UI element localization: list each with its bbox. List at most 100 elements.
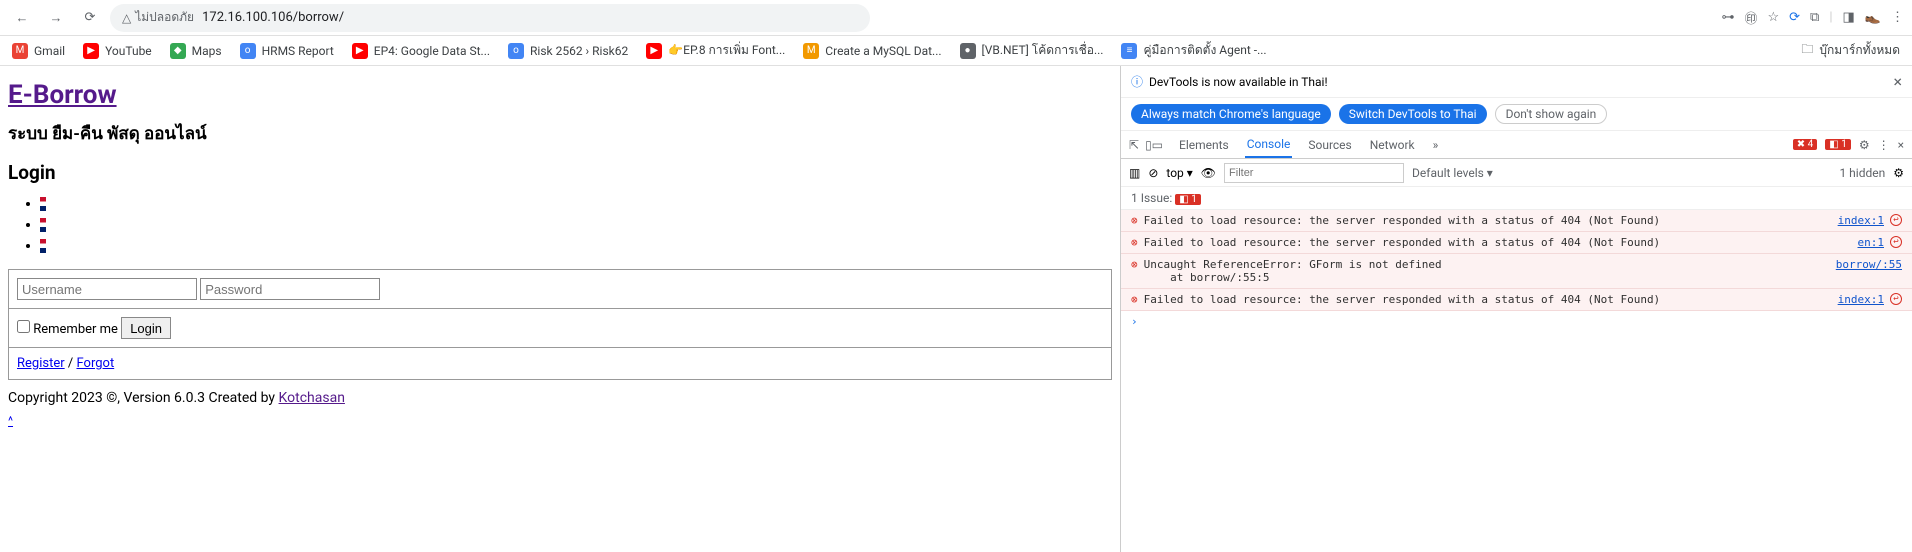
forgot-link[interactable]: Forgot (76, 356, 114, 371)
issue-row[interactable]: 1 Issue: ◧ 1 (1121, 187, 1912, 210)
error-icon: ⊗ (1131, 236, 1138, 249)
security-chip[interactable]: △ ไม่ปลอดภัย (122, 8, 194, 27)
remember-checkbox[interactable] (17, 320, 30, 333)
error-badge[interactable]: ✖ 4 (1793, 139, 1817, 150)
flag-icon (40, 197, 46, 211)
forward-button[interactable]: → (42, 4, 70, 32)
profile-icon[interactable]: 👞 (1865, 10, 1881, 25)
console-filter-bar: ▥ ⊘ top ▾ 👁 Default levels ▾ 1 hidden ⚙ (1121, 159, 1912, 187)
tagline: ระบบ ยืม-คืน พัสดุ ออนไลน์ (8, 120, 1112, 147)
tab-sources[interactable]: Sources (1306, 131, 1353, 158)
register-link[interactable]: Register (17, 356, 65, 371)
bookmark-agent[interactable]: ≡คู่มือการติดตั้ง Agent -... (1121, 41, 1266, 60)
login-form: Remember me Login Register / Forgot (8, 269, 1112, 380)
error-icon: ⊗ (1131, 214, 1138, 227)
panel-icon[interactable]: ◨ (1843, 10, 1855, 25)
password-input[interactable] (200, 278, 380, 300)
remember-label[interactable]: Remember me (17, 322, 118, 337)
security-text: ไม่ปลอดภัย (135, 8, 194, 27)
hidden-count[interactable]: 1 hidden (1839, 166, 1885, 180)
close-icon[interactable]: × (1893, 72, 1902, 91)
devtools-close-icon[interactable]: × (1898, 138, 1904, 152)
bookmark-risk[interactable]: oRisk 2562 › Risk62 (508, 43, 628, 59)
filter-input[interactable] (1224, 163, 1404, 183)
url-text: 172.16.100.106/borrow/ (202, 10, 344, 25)
console-message[interactable]: ⊗ Failed to load resource: the server re… (1121, 232, 1912, 254)
clear-console-icon[interactable]: ⊘ (1148, 166, 1158, 180)
toolbar-right: ⊶ ㊞ ☆ ⟳ ⧉ | ◨ 👞 ⋮ (1721, 8, 1904, 27)
bookmark-ep4[interactable]: ▶EP4: Google Data St... (352, 43, 490, 59)
tab-console[interactable]: Console (1245, 131, 1293, 158)
console-output: ⊗ Failed to load resource: the server re… (1121, 210, 1912, 552)
devtools-tabs: ⇱ ▯▭ Elements Console Sources Network » … (1121, 131, 1912, 159)
brand-link[interactable]: E-Borrow (8, 80, 117, 110)
browser-toolbar: ← → ⟳ △ ไม่ปลอดภัย 172.16.100.106/borrow… (0, 0, 1912, 36)
inspect-icon[interactable]: ⇱ (1129, 138, 1139, 152)
author-link[interactable]: Kotchasan (279, 390, 345, 406)
devtools-info-bar: ⓘ DevTools is now available in Thai! × (1121, 66, 1912, 98)
gear-icon[interactable]: ⚙ (1893, 166, 1904, 180)
kebab-icon[interactable]: ⋮ (1878, 138, 1890, 152)
pill-switch-thai[interactable]: Switch DevTools to Thai (1339, 104, 1487, 124)
info-icon: ⓘ (1131, 73, 1143, 90)
levels-select[interactable]: Default levels ▾ (1412, 166, 1493, 180)
all-bookmarks[interactable]: 🗀บุ๊กมาร์กทั้งหมด (1801, 40, 1900, 61)
warning-icon: △ (122, 11, 131, 25)
folder-icon: 🗀 (1801, 40, 1813, 61)
wrap-icon: ↩ (1890, 214, 1902, 226)
reload-button[interactable]: ⟳ (76, 4, 104, 32)
menu-icon[interactable]: ⋮ (1891, 10, 1904, 25)
console-message[interactable]: ⊗ Failed to load resource: the server re… (1121, 210, 1912, 232)
star-icon[interactable]: ☆ (1767, 10, 1779, 25)
wrap-icon: ↩ (1890, 236, 1902, 248)
login-heading: Login (8, 161, 1112, 184)
back-button[interactable]: ← (8, 4, 36, 32)
bookmark-youtube[interactable]: ▶YouTube (83, 43, 152, 59)
gear-icon[interactable]: ⚙ (1859, 138, 1870, 152)
address-bar[interactable]: △ ไม่ปลอดภัย 172.16.100.106/borrow/ (110, 4, 870, 32)
info-text: DevTools is now available in Thai! (1149, 75, 1328, 89)
source-link[interactable]: index:1 (1838, 214, 1884, 227)
bookmark-mysql[interactable]: MCreate a MySQL Dat... (803, 43, 941, 59)
lang-item[interactable] (40, 217, 1112, 232)
pill-dont-show[interactable]: Don't show again (1495, 104, 1608, 124)
lang-item[interactable] (40, 196, 1112, 211)
tab-elements[interactable]: Elements (1177, 131, 1231, 158)
bookmark-gmail[interactable]: MGmail (12, 43, 65, 59)
bookmark-hrms[interactable]: oHRMS Report (240, 43, 334, 59)
source-link[interactable]: en:1 (1858, 236, 1885, 249)
footer: Copyright 2023 ©, Version 6.0.3 Created … (8, 390, 1112, 406)
page-content: E-Borrow ระบบ ยืม-คืน พัสดุ ออนไลน์ Logi… (0, 66, 1120, 552)
error-icon: ⊗ (1131, 258, 1138, 284)
wrap-icon: ↩ (1890, 293, 1902, 305)
error-icon: ⊗ (1131, 293, 1138, 306)
sync-icon[interactable]: ⟳ (1789, 10, 1800, 25)
tab-network[interactable]: Network (1368, 131, 1417, 158)
tab-more[interactable]: » (1431, 131, 1441, 158)
lang-item[interactable] (40, 238, 1112, 253)
devtools-panel: ⓘ DevTools is now available in Thai! × A… (1120, 66, 1912, 552)
username-input[interactable] (17, 278, 197, 300)
source-link[interactable]: index:1 (1838, 293, 1884, 306)
translate-icon[interactable]: ㊞ (1744, 8, 1757, 27)
scroll-top[interactable]: ^ (8, 414, 13, 428)
console-message[interactable]: ⊗ Uncaught ReferenceError: GForm is not … (1121, 254, 1912, 289)
pill-always-match[interactable]: Always match Chrome's language (1131, 104, 1331, 124)
devtools-lang-pills: Always match Chrome's language Switch De… (1121, 98, 1912, 131)
key-icon[interactable]: ⊶ (1721, 10, 1734, 25)
bookmark-ep8[interactable]: ▶👉EP.8 การเพิ่ม Font... (646, 41, 785, 60)
bookmark-maps[interactable]: ◆Maps (170, 43, 222, 59)
sidebar-toggle-icon[interactable]: ▥ (1129, 166, 1140, 180)
console-prompt[interactable]: › (1121, 311, 1912, 332)
language-list (40, 196, 1112, 253)
source-link[interactable]: borrow/:55 (1836, 258, 1902, 284)
extensions-icon[interactable]: ⧉ (1810, 10, 1819, 25)
console-message[interactable]: ⊗ Failed to load resource: the server re… (1121, 289, 1912, 311)
bookmark-vbnet[interactable]: ●[VB.NET] โค้ดการเชื่อ... (960, 41, 1104, 60)
device-icon[interactable]: ▯▭ (1145, 138, 1163, 152)
flag-icon (40, 218, 46, 232)
context-select[interactable]: top ▾ (1166, 166, 1192, 180)
eye-icon[interactable]: 👁 (1201, 166, 1216, 180)
login-button[interactable]: Login (121, 317, 171, 339)
issue-badge[interactable]: ◧ 1 (1825, 139, 1851, 150)
